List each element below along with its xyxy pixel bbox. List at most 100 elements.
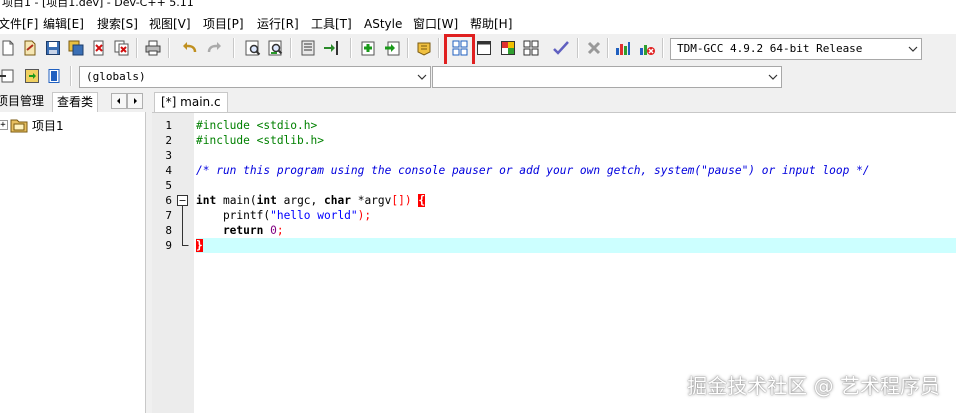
open-file-button[interactable] [20, 38, 40, 58]
line-number: 3 [165, 149, 172, 162]
insert-icon [0, 69, 14, 83]
syntax-check-button[interactable] [551, 38, 571, 58]
fold-minus-icon[interactable] [176, 194, 190, 254]
new-file-button[interactable] [0, 38, 18, 58]
find-button[interactable] [243, 38, 263, 58]
replace-button[interactable] [266, 38, 286, 58]
tab-scroll-left-button[interactable] [111, 93, 127, 109]
code-editor[interactable]: 1 2 3 4 5 6 7 8 9 #include <stdio.h> #in… [152, 112, 956, 413]
class-toolbar: (globals) [0, 64, 956, 90]
tree-expander[interactable]: + [0, 120, 8, 130]
line-number: 1 [165, 119, 172, 132]
indent-button[interactable] [321, 38, 341, 58]
menu-search[interactable]: 搜索[S] [97, 16, 138, 32]
printer-icon [145, 40, 161, 56]
menu-astyle[interactable]: AStyle [364, 16, 402, 32]
menu-project[interactable]: 项目[P] [203, 16, 244, 32]
scope-select[interactable]: (globals) [79, 66, 431, 88]
goto-bookmark-icon [48, 69, 60, 83]
redo-icon [207, 42, 221, 53]
tree-item-label: 项目1 [32, 118, 64, 133]
save-all-icon [68, 40, 84, 56]
menu-view[interactable]: 视图[V] [149, 16, 191, 32]
code-token: #include <stdlib.h> [196, 134, 324, 147]
save-all-button[interactable] [66, 38, 86, 58]
line-number: 7 [165, 209, 172, 222]
run-button[interactable] [474, 38, 494, 58]
tab-scroll-right-button[interactable] [127, 93, 143, 109]
indent-icon [324, 41, 338, 55]
rebuild-all-button[interactable] [521, 38, 541, 58]
toolbar-separator [577, 38, 579, 58]
watermark: 掘金技术社区 @ 艺术程序员 [687, 374, 940, 398]
menu-file[interactable]: 文件[F] [0, 16, 38, 32]
insert-button[interactable] [0, 66, 16, 86]
tab-class-browser[interactable]: 查看类 [52, 92, 99, 112]
code-token: /* run this program using the console pa… [196, 164, 870, 177]
add-to-project-button[interactable] [358, 38, 378, 58]
line-number: 6 [165, 194, 172, 207]
chevron-right-icon [134, 98, 137, 104]
tab-main-c[interactable]: [*] main.c [154, 92, 228, 112]
floppy-save-icon [46, 41, 60, 55]
menu-tools[interactable]: 工具[T] [311, 16, 352, 32]
toolbar-separator [662, 38, 664, 58]
menu-window[interactable]: 窗口[W] [413, 16, 458, 32]
bar-chart-icon [616, 42, 630, 55]
project-tree-panel: + 项目1 [0, 112, 146, 413]
main-toolbar: TDM-GCC 4.9.2 64-bit Release [0, 34, 956, 64]
delete-profile-button[interactable] [637, 38, 657, 58]
symbol-select[interactable] [432, 66, 782, 88]
profile-button[interactable] [613, 38, 633, 58]
menu-edit[interactable]: 编辑[E] [43, 16, 84, 32]
code-line: #include <stdio.h> [196, 118, 956, 133]
code-token: 0 [270, 224, 277, 237]
line-number: 9 [165, 239, 172, 252]
replace-icon [268, 40, 283, 56]
redo-button[interactable] [204, 38, 224, 58]
toggle-bookmark-button[interactable] [22, 66, 42, 86]
code-line: return 0; [196, 223, 956, 238]
tree-item-project[interactable]: + 项目1 [0, 116, 64, 134]
menu-run[interactable]: 运行[R] [257, 16, 299, 32]
code-line: int main(int argc, char *argv[]) { [196, 193, 956, 208]
line-number: 5 [165, 179, 172, 192]
chevron-left-icon [117, 98, 120, 104]
close-all-button[interactable] [112, 38, 132, 58]
title-bar: 项目1 - [项目1.dev] - Dev-C++ 5.11 [0, 0, 956, 14]
checkmark-icon [553, 41, 569, 55]
line-number: 4 [165, 164, 172, 177]
code-token: []) [391, 194, 412, 207]
menu-help[interactable]: 帮助[H] [470, 16, 512, 32]
toolbar-separator [350, 38, 352, 58]
save-button[interactable] [43, 38, 63, 58]
find-icon [245, 40, 261, 56]
line-number: 2 [165, 134, 172, 147]
project-options-button[interactable] [414, 38, 434, 58]
project-options-icon [417, 42, 431, 56]
x-cross-icon [587, 41, 601, 55]
undo-button[interactable] [180, 38, 200, 58]
remove-from-project-button[interactable] [382, 38, 402, 58]
print-button[interactable] [143, 38, 163, 58]
matched-brace: { [418, 194, 426, 207]
code-token: int [196, 194, 217, 207]
tab-project-manager[interactable]: 项目管理 [0, 92, 44, 112]
tab-scroll-arrows [111, 93, 143, 109]
document-lines-icon [301, 40, 315, 56]
close-file-button[interactable] [89, 38, 109, 58]
open-file-icon [24, 40, 36, 56]
goto-line-button[interactable] [298, 38, 318, 58]
chevron-down-icon [417, 74, 427, 80]
code-line: /* run this program using the console pa… [196, 163, 956, 178]
toolbar-separator [136, 38, 138, 58]
goto-bookmark-button[interactable] [44, 66, 64, 86]
compiler-select[interactable]: TDM-GCC 4.9.2 64-bit Release [670, 38, 922, 60]
stop-execution-button[interactable] [584, 38, 604, 58]
compiler-select-value: TDM-GCC 4.9.2 64-bit Release [677, 42, 863, 55]
compile-run-button[interactable] [498, 38, 518, 58]
project-folder-icon [10, 119, 28, 133]
side-panel-tabs: 项目管理 查看类 [0, 90, 146, 112]
menu-bar: 文件[F] 编辑[E] 搜索[S] 视图[V] 项目[P] 运行[R] 工具[T… [0, 14, 956, 34]
